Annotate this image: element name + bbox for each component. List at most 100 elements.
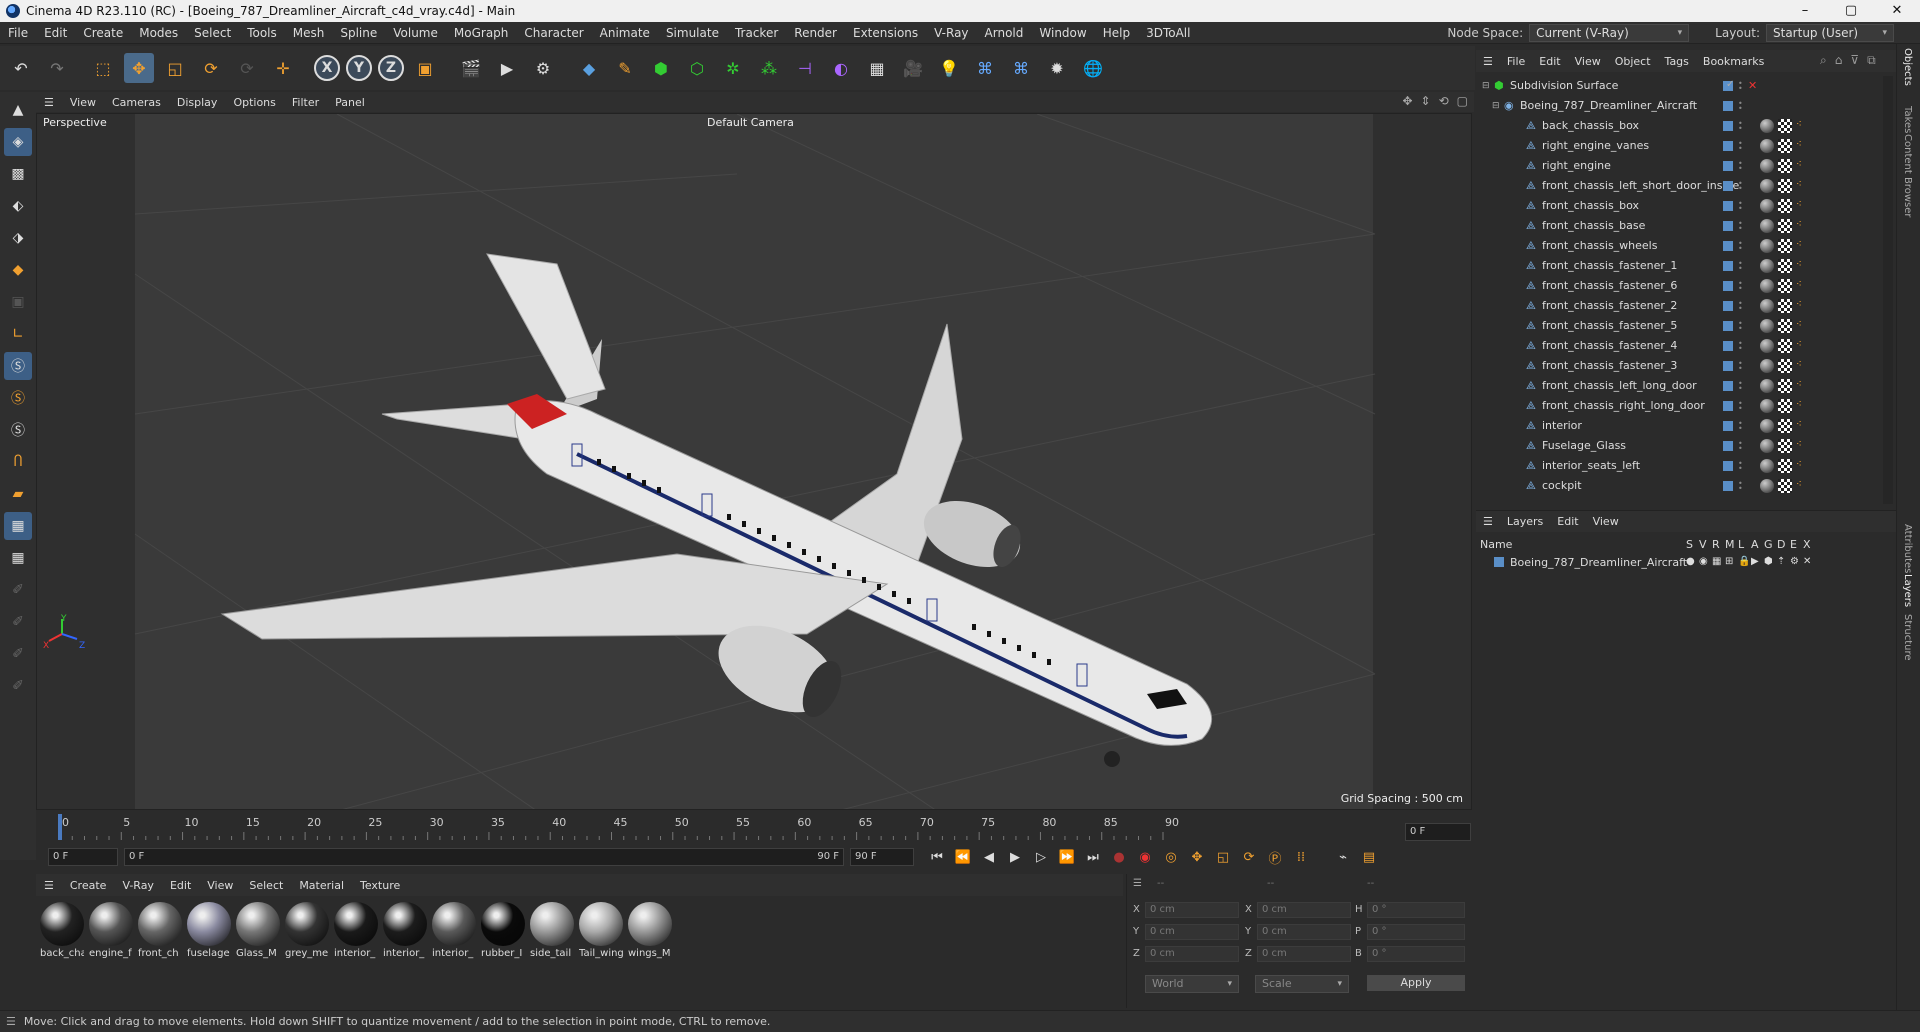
status-menu-icon[interactable]: ☰ [6, 1015, 16, 1028]
object-row[interactable]: ⊟ ◉ Boeing_787_Dreamliner_Aircraft • • [1476, 96, 1882, 116]
layers-menu-view[interactable]: View [1586, 515, 1626, 528]
material-tag-icon[interactable] [1760, 319, 1774, 333]
visibility-dots[interactable]: • • [1738, 160, 1746, 173]
phong-tag-icon[interactable]: ⁖ [1796, 179, 1810, 193]
phong-tag-icon[interactable]: ⁖ [1796, 359, 1810, 373]
object-row[interactable]: ⟁ front_chassis_box • • ⁖ [1476, 196, 1882, 216]
layer-column-a[interactable]: A [1751, 538, 1759, 551]
texture-tag-icon[interactable] [1778, 459, 1792, 473]
texture-tag-icon[interactable] [1778, 479, 1792, 493]
redo-icon[interactable]: ↷ [42, 53, 72, 83]
texture-tag-icon[interactable] [1778, 399, 1792, 413]
object-name[interactable]: interior [1542, 419, 1582, 432]
layer-color-swatch[interactable] [1723, 401, 1733, 411]
menu-render[interactable]: Render [786, 26, 845, 40]
object-name[interactable]: front_chassis_fastener_1 [1542, 259, 1677, 272]
object-row[interactable]: ⟁ cockpit • • ⁖ [1476, 476, 1882, 496]
cube-icon[interactable]: ◆ [574, 53, 604, 83]
object-menu-object[interactable]: Object [1608, 55, 1658, 68]
material-tag-icon[interactable] [1760, 259, 1774, 273]
playhead[interactable] [58, 814, 62, 840]
layer-color-swatch[interactable] [1723, 481, 1733, 491]
texture-tag-icon[interactable] [1778, 299, 1792, 313]
layer-color-swatch[interactable] [1723, 221, 1733, 231]
menu-arnold[interactable]: Arnold [977, 26, 1032, 40]
timeline-ruler[interactable]: 0 5 10 15 20 25 30 35 40 45 50 55 60 65 70 75 80 85 90 [36, 812, 1396, 842]
magnet-icon[interactable]: Ⴖ [4, 448, 32, 476]
object-menu-file[interactable]: File [1500, 55, 1532, 68]
texture-tag-icon[interactable] [1778, 119, 1792, 133]
xref-icon[interactable]: ✕ [1803, 556, 1811, 567]
expand-icon[interactable]: ⊟ [1482, 80, 1494, 92]
phong-tag-icon[interactable]: ⁖ [1796, 259, 1810, 273]
previous-frame-icon[interactable]: ◀ [978, 846, 1000, 868]
material-swatch[interactable]: Tail_wing [579, 902, 625, 1004]
object-row[interactable]: ⟁ front_chassis_fastener_5 • • ⁖ [1476, 316, 1882, 336]
viewport-menu-display[interactable]: Display [169, 96, 226, 109]
material-tag-icon[interactable] [1760, 159, 1774, 173]
object-row[interactable]: ⟁ front_chassis_left_long_door • • ⁖ [1476, 376, 1882, 396]
next-frame-icon[interactable]: ▷ [1030, 846, 1052, 868]
layers-menu-layers[interactable]: Layers [1500, 515, 1550, 528]
material-swatch[interactable]: grey_me [285, 902, 331, 1004]
tab-structure[interactable]: Structure [1902, 614, 1913, 661]
expression-icon[interactable]: ⚙ [1790, 556, 1799, 567]
layer-color-swatch[interactable] [1723, 261, 1733, 271]
field-icon[interactable]: ◐ [826, 53, 856, 83]
extrude-generator-icon[interactable]: ⬡ [682, 53, 712, 83]
texture-tag-icon[interactable] [1778, 359, 1792, 373]
globe-icon[interactable]: 🌐 [1078, 53, 1108, 83]
object-name[interactable]: front_chassis_fastener_2 [1542, 299, 1677, 312]
object-name[interactable]: front_chassis_base [1542, 219, 1645, 232]
visibility-dots[interactable]: • • [1738, 460, 1746, 473]
material-tag-icon[interactable] [1760, 339, 1774, 353]
object-name[interactable]: front_chassis_box [1542, 199, 1639, 212]
animation-icon[interactable]: ▶ [1751, 556, 1759, 567]
floor-icon[interactable]: ▦ [862, 53, 892, 83]
layer-color-swatch[interactable] [1723, 361, 1733, 371]
menu-edit[interactable]: Edit [36, 26, 75, 40]
layer-column-v[interactable]: V [1699, 538, 1707, 551]
current-frame-field[interactable]: 0 F [1405, 823, 1471, 841]
key-pla-icon[interactable]: ⁞⁞ [1290, 846, 1312, 868]
visibility-dots[interactable]: • • [1738, 260, 1746, 273]
object-name[interactable]: Subdivision Surface [1510, 79, 1618, 92]
material-swatch[interactable]: front_ch [138, 902, 184, 1004]
menu-tools[interactable]: Tools [239, 26, 285, 40]
object-name[interactable]: Boeing_787_Dreamliner_Aircraft [1520, 99, 1697, 112]
visible-icon[interactable]: ◉ [1699, 556, 1708, 567]
tab-attributes[interactable]: Attributes [1902, 524, 1913, 573]
menu-simulate[interactable]: Simulate [658, 26, 727, 40]
layer-color-swatch[interactable] [1723, 281, 1733, 291]
material-menu-view[interactable]: View [199, 879, 241, 892]
key-scale-icon[interactable]: ◱ [1212, 846, 1234, 868]
object-name[interactable]: right_engine_vanes [1542, 139, 1649, 152]
expand-icon[interactable]: ⊟ [1492, 100, 1504, 112]
layer-column-d[interactable]: D [1777, 538, 1785, 551]
material-swatch[interactable]: back_cha [40, 902, 86, 1004]
locked-icon[interactable]: 🔒 [1738, 556, 1750, 567]
layer-color-swatch[interactable] [1723, 341, 1733, 351]
coordinate-system-icon[interactable]: ▣ [410, 53, 440, 83]
object-name[interactable]: front_chassis_left_short_door_inside [1542, 179, 1739, 192]
phong-tag-icon[interactable]: ⁖ [1796, 379, 1810, 393]
texture-tag-icon[interactable] [1778, 279, 1792, 293]
workplane-icon[interactable]: ▰ [4, 480, 32, 508]
brush-icon[interactable]: ✐ [4, 640, 32, 668]
search-icon[interactable]: ⌕ [1820, 53, 1827, 68]
coord-position-field[interactable]: 0 cm [1145, 924, 1239, 940]
filter-icon[interactable]: ⊽ [1850, 53, 1859, 68]
tab-objects[interactable]: Objects [1902, 48, 1913, 86]
object-menu-bookmarks[interactable]: Bookmarks [1696, 55, 1771, 68]
coord-menu-icon[interactable]: ☰ [1133, 878, 1142, 889]
visibility-dots[interactable]: • • [1738, 200, 1746, 213]
menu-animate[interactable]: Animate [592, 26, 658, 40]
menu-file[interactable]: File [0, 26, 36, 40]
python-icon[interactable]: ⌘ [970, 53, 1000, 83]
material-tag-icon[interactable] [1760, 139, 1774, 153]
menu-mograph[interactable]: MoGraph [446, 26, 517, 40]
material-swatch[interactable]: fuselage [187, 902, 233, 1004]
texture-tag-icon[interactable] [1778, 219, 1792, 233]
keyframe-selection-icon[interactable]: ◎ [1160, 846, 1182, 868]
coord-size-field[interactable]: 0 cm [1257, 924, 1351, 940]
